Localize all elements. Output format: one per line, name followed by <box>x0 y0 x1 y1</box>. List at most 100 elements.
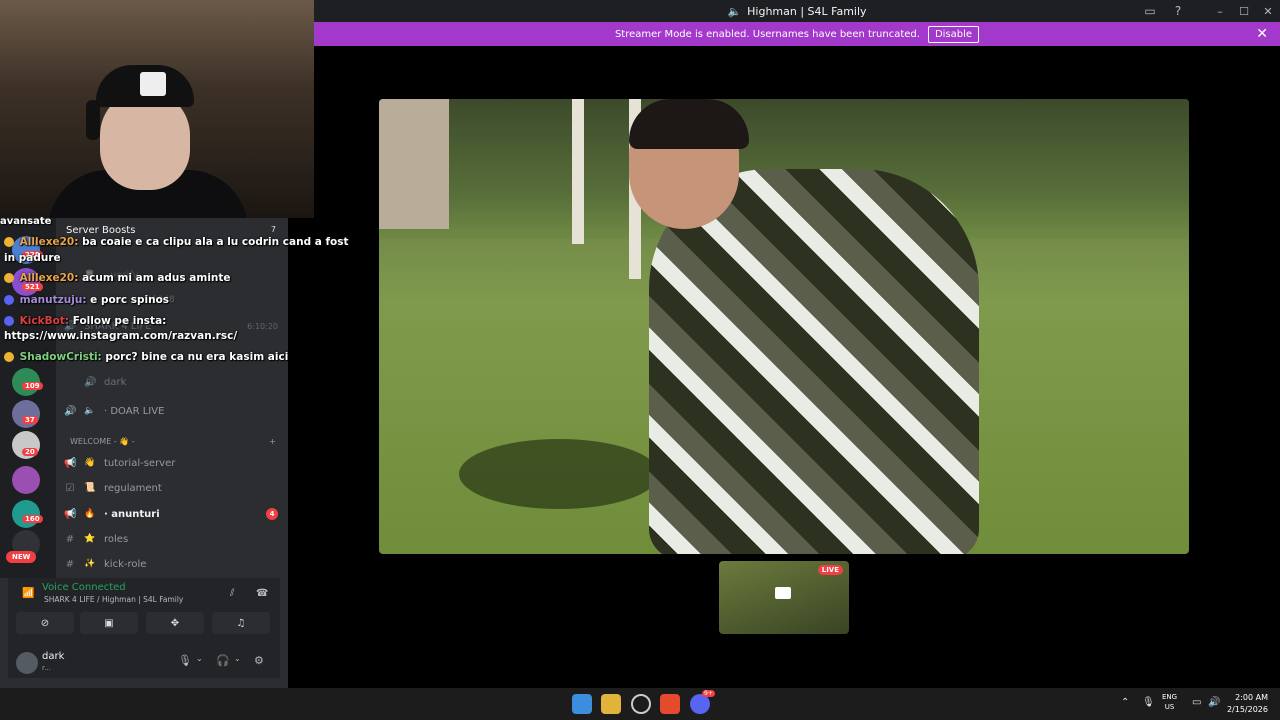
clock-date: 2/15/2026 <box>1226 705 1268 714</box>
volume-icon[interactable]: 🔊 <box>1208 697 1220 708</box>
bot-badge-icon <box>4 316 14 326</box>
banner-text: Streamer Mode is enabled. Usernames have… <box>614 28 920 40</box>
chat-message: KickBot: Follow pe insta: <box>4 315 166 327</box>
live-badge: LIVE <box>817 565 843 575</box>
channel-regulament[interactable]: ☑ 📜 regulament <box>64 477 278 499</box>
voice-user-dark[interactable]: 🔊 dark <box>84 371 298 393</box>
server-boosts-count: 7 <box>270 225 276 236</box>
voice-server: SHARK 4 LIFE / Highman | S4L Family <box>44 595 184 604</box>
chat-username: Alllexe20: <box>19 236 79 248</box>
file-explorer-icon[interactable] <box>601 694 621 714</box>
chevron-down-icon[interactable]: ⌄ <box>196 654 203 663</box>
webcam-overlay <box>0 0 314 218</box>
language-indicator[interactable]: ENG US <box>1162 692 1177 712</box>
announcement-icon: 📢 <box>64 457 77 469</box>
chevron-up-icon[interactable]: ⌃ <box>1121 697 1129 708</box>
add-channel-icon[interactable]: + <box>269 437 276 446</box>
window-title: Highman | S4L Family <box>747 4 867 18</box>
stream-video[interactable] <box>379 99 1189 554</box>
stream-time: 6:10:20 <box>247 321 278 331</box>
chat-text: e porc spinos <box>90 294 170 306</box>
chat-text: ba coaie e ca clipu ala a lu codrin cand… <box>82 236 349 248</box>
voice-status[interactable]: Voice Connected <box>42 582 126 593</box>
channel-roles[interactable]: # ⭐ roles <box>64 528 278 550</box>
windows-start-icon[interactable] <box>572 694 592 714</box>
channel-label: roles <box>104 533 129 545</box>
stream-thumbnail[interactable]: LIVE <box>719 561 849 634</box>
maximize-icon[interactable]: ☐ <box>1232 5 1256 18</box>
soundboard-icon[interactable]: ♫ <box>212 612 270 634</box>
category-label: WELCOME - 👋 - <box>70 437 135 446</box>
chat-username: ShadowCristi: <box>19 351 102 363</box>
language-code: ENG <box>1162 693 1178 701</box>
clock[interactable]: 2:00 AM 2/15/2026 <box>1227 692 1268 716</box>
microphone-icon[interactable]: 🎙 <box>1142 697 1155 708</box>
star-icon: ⭐ <box>84 534 96 544</box>
mention-badge: 4 <box>266 508 278 520</box>
avatar[interactable] <box>16 652 38 674</box>
hash-icon: # <box>65 558 75 570</box>
channel-label: regulament <box>104 482 162 494</box>
disable-button[interactable]: Disable <box>927 25 980 43</box>
category-welcome[interactable]: WELCOME - 👋 - + <box>70 437 276 446</box>
clock-time: 2:00 AM <box>1235 693 1268 702</box>
voice-user-label: dark <box>104 376 127 388</box>
camera-off-icon[interactable]: ⊘ <box>16 612 74 634</box>
badge-icon <box>4 352 14 362</box>
obs-icon[interactable] <box>631 694 651 714</box>
close-icon[interactable]: ✕ <box>1256 5 1280 18</box>
badge-icon <box>4 295 14 305</box>
desktop: 🔈 Highman | S4L Family ▭ ? – ☐ ✕ Streame… <box>0 0 1280 720</box>
microphone-icon[interactable]: 🎙 <box>178 654 192 667</box>
server-icon[interactable] <box>12 500 40 528</box>
server-badge: 521 <box>22 283 43 291</box>
chat-message: Alllexe20: acum mi am adus aminte <box>4 272 231 284</box>
channel-anunturi[interactable]: 📢 🔥 · anunturi 4 <box>64 503 278 525</box>
channel-kick-role[interactable]: # ✨ kick-role <box>64 553 278 575</box>
chat-message-continuation: in padure <box>4 252 61 264</box>
server-boosts-label: Server Boosts <box>66 225 136 236</box>
brave-icon[interactable] <box>660 694 680 714</box>
channel-doar-live[interactable]: 🔊 🔈 · DOAR LIVE <box>64 400 278 422</box>
chevron-down-icon[interactable]: ⌄ <box>234 654 241 663</box>
gear-icon[interactable]: ⚙ <box>254 654 264 667</box>
chat-text: Follow pe insta: <box>72 315 167 327</box>
discord-icon[interactable] <box>690 694 710 714</box>
headphones-icon[interactable]: 🎧 <box>216 654 230 667</box>
user-panel: dark r... 🎙 ⌄ 🎧 ⌄ ⚙ <box>8 648 280 678</box>
chat-username: KickBot: <box>19 315 70 327</box>
server-boosts[interactable]: Server Boosts 7 <box>66 225 276 236</box>
network-icon[interactable]: ▭ <box>1192 697 1201 708</box>
hash-icon: # <box>65 533 75 545</box>
minimize-icon[interactable]: – <box>1208 5 1232 18</box>
chat-username: manutzuju: <box>19 294 87 306</box>
chat-message: ShadowCristi: porc? bine ca nu era kasim… <box>4 351 288 363</box>
screen-share-icon[interactable]: ▣ <box>80 612 138 634</box>
chat-text: in padure <box>4 252 61 264</box>
window-titlebar: 🔈 Highman | S4L Family ▭ ? – ☐ ✕ <box>314 0 1280 22</box>
activities-icon[interactable]: ✥ <box>146 612 204 634</box>
banner-close-icon[interactable]: ✕ <box>1256 26 1268 42</box>
cap-logo <box>140 72 166 96</box>
avatar: 🔊 <box>84 376 97 388</box>
server-badge: 109 <box>22 382 43 390</box>
speaker-emoji-icon: 🔈 <box>84 406 96 416</box>
speaker-icon: 🔈 <box>727 4 742 18</box>
username[interactable]: dark <box>42 651 64 662</box>
channel-tutorial-server[interactable]: 📢 👋 tutorial-server <box>64 452 278 474</box>
taskbar: 9+ ⌃ 🎙 ENG US ▭ 🔊 2:00 AM 2/15/2026 <box>0 688 1280 720</box>
building <box>379 99 449 229</box>
server-badge: 37 <box>22 416 38 424</box>
chat-message: Alllexe20: ba coaie e ca clipu ala a lu … <box>4 236 349 248</box>
monitor-icon <box>775 587 791 599</box>
noise-suppression-icon[interactable]: ⫽ <box>230 588 234 599</box>
fire-icon: 🔥 <box>84 509 96 519</box>
badge-icon <box>4 273 14 283</box>
channel-label: · anunturi <box>104 508 160 520</box>
server-icon[interactable] <box>12 466 40 494</box>
help-icon[interactable]: ? <box>1164 4 1192 18</box>
disconnect-icon[interactable]: ☎ <box>256 588 268 599</box>
inbox-icon[interactable]: ▭ <box>1136 4 1164 18</box>
channel-label: tutorial-server <box>104 457 176 469</box>
user-status: r... <box>42 664 51 672</box>
